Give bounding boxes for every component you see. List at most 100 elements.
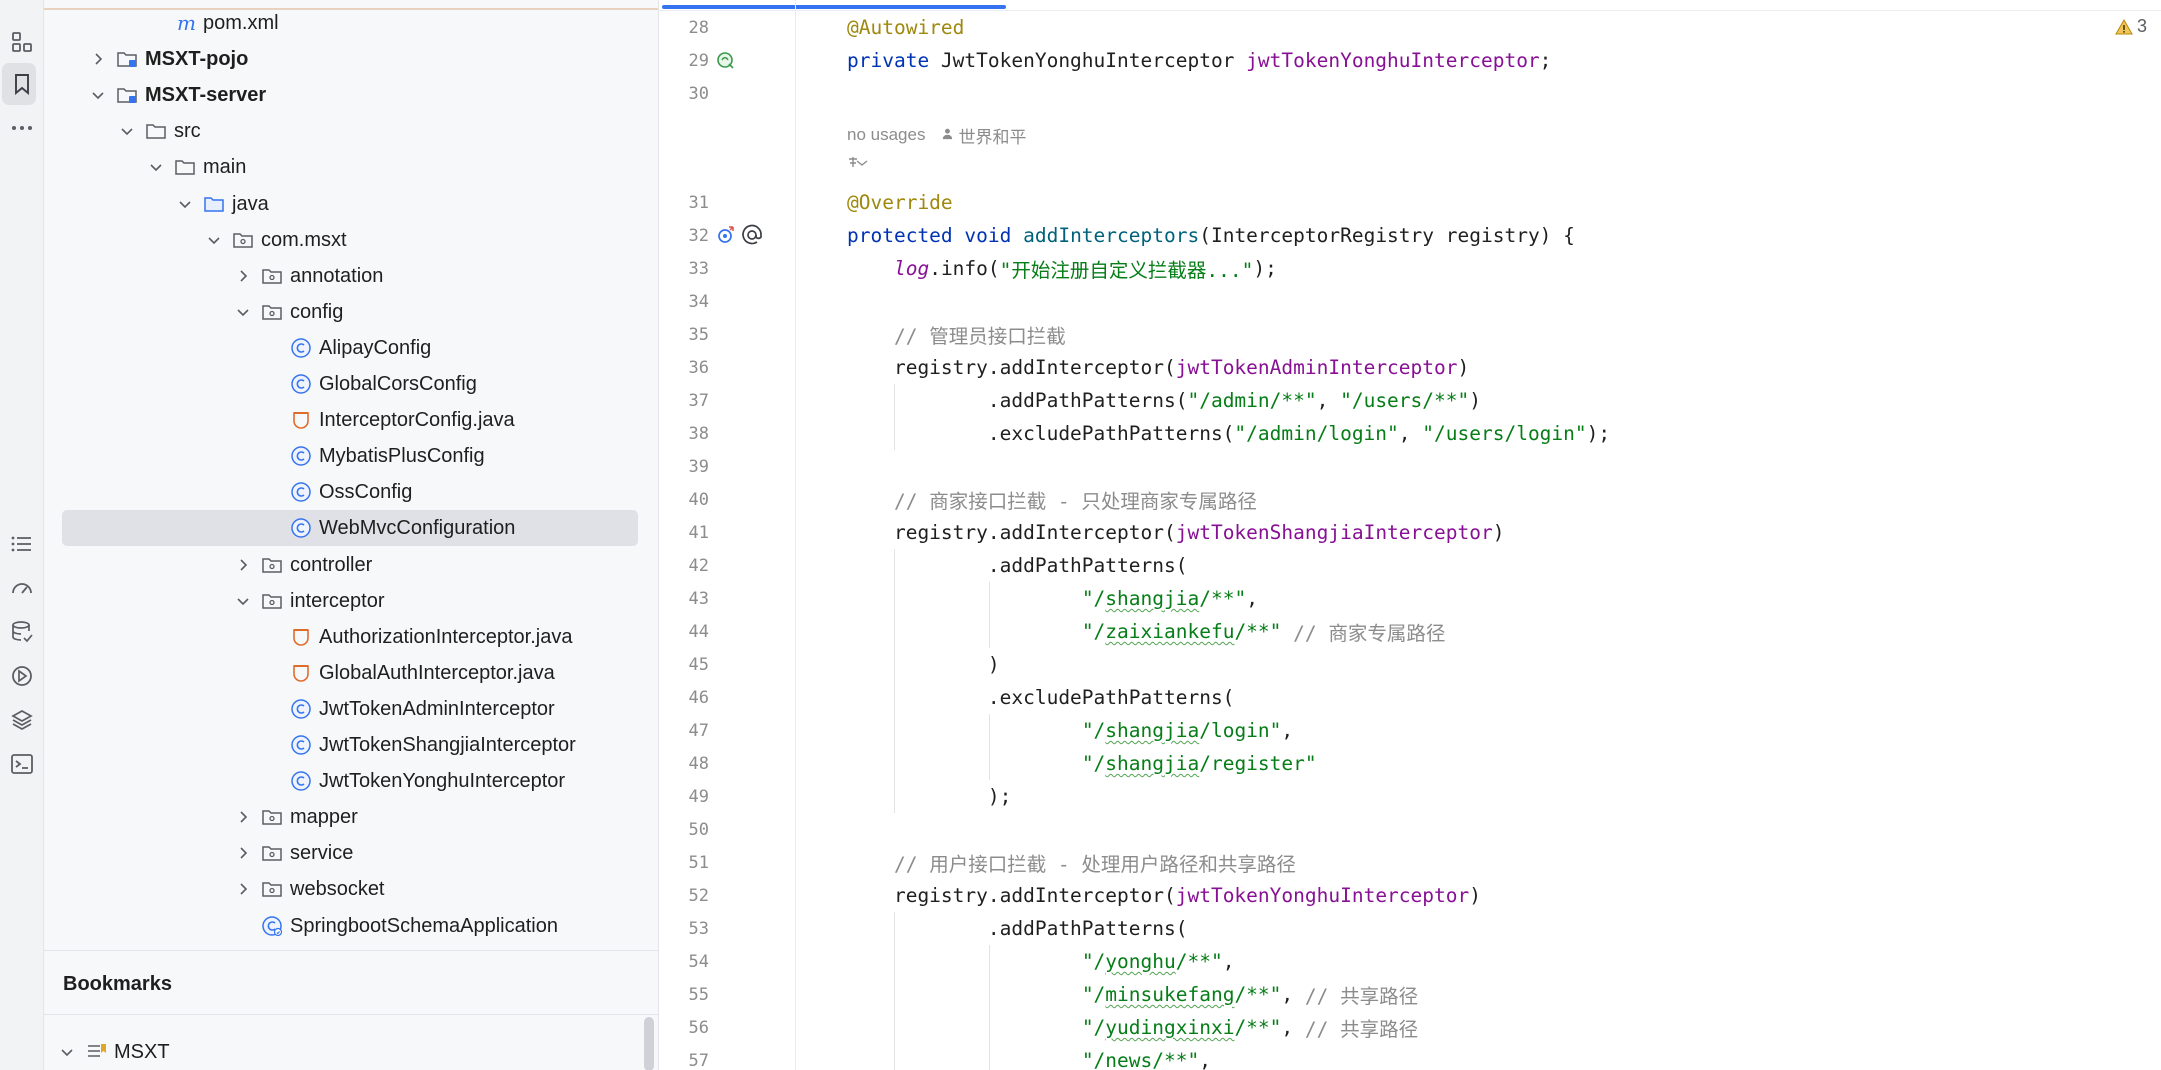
code-token: /**" bbox=[1234, 1016, 1282, 1039]
tree-item[interactable]: annotation bbox=[44, 258, 658, 294]
chevron-down-icon[interactable] bbox=[116, 120, 138, 142]
tree-item-label: MybatisPlusConfig bbox=[319, 444, 485, 467]
code-line[interactable]: @Autowired bbox=[847, 11, 964, 44]
code-line[interactable]: registry.addInterceptor(jwtTokenAdminInt… bbox=[847, 351, 1469, 384]
structure-icon[interactable] bbox=[0, 20, 44, 64]
tree-item[interactable]: JwtTokenYonghuInterceptor bbox=[44, 763, 658, 799]
code-line[interactable]: ); bbox=[847, 780, 1012, 813]
layers-icon[interactable] bbox=[0, 698, 44, 742]
bookmarks-scrollbar[interactable] bbox=[644, 1017, 654, 1070]
chevron-right-icon[interactable] bbox=[232, 878, 254, 900]
chevron-down-icon[interactable] bbox=[56, 1041, 78, 1063]
tree-item[interactable]: JwtTokenAdminInterceptor bbox=[44, 691, 658, 727]
code-line[interactable]: registry.addInterceptor(jwtTokenShangjia… bbox=[847, 516, 1505, 549]
tree-item-label: GlobalAuthInterceptor.java bbox=[319, 661, 555, 684]
services-icon[interactable] bbox=[0, 654, 44, 698]
problems-indicator[interactable]: 3 bbox=[2115, 16, 2147, 37]
tree-item[interactable]: AuthorizationInterceptor.java bbox=[44, 619, 658, 655]
line-number: 54 bbox=[688, 951, 709, 972]
tree-item[interactable]: com.msxt bbox=[44, 222, 658, 258]
database-icon[interactable] bbox=[0, 610, 44, 654]
tree-item[interactable]: AlipayConfig bbox=[44, 330, 658, 366]
code-line[interactable]: registry.addInterceptor(jwtTokenYonghuIn… bbox=[847, 879, 1481, 912]
code-line[interactable]: "/shangjia/register" bbox=[847, 747, 1317, 780]
tree-item[interactable]: SpringbootSchemaApplication bbox=[44, 908, 658, 944]
tree-item[interactable]: WebMvcConfiguration bbox=[62, 510, 638, 546]
code-line[interactable]: // 商家接口拦截 - 只处理商家专属路径 bbox=[847, 483, 1257, 516]
terminal-icon[interactable] bbox=[0, 742, 44, 786]
code-line[interactable]: @Override bbox=[847, 186, 953, 219]
code-line[interactable]: private JwtTokenYonghuInterceptor jwtTok… bbox=[847, 44, 1551, 77]
bookmarks-tool-window: Bookmarks MSXT bbox=[44, 950, 658, 1070]
code-line[interactable]: protected void addInterceptors (Intercept… bbox=[847, 219, 1575, 252]
line-number: 37 bbox=[688, 390, 709, 411]
code-token: // 管理员接口拦截 bbox=[893, 325, 1066, 348]
chevron-down-icon[interactable] bbox=[174, 193, 196, 215]
tree-item[interactable]: OssConfig bbox=[44, 474, 658, 510]
code-line[interactable]: .addPathPatterns( bbox=[847, 912, 1188, 945]
tree-item[interactable]: m pom.xml bbox=[44, 5, 658, 41]
code-line[interactable]: log .info("开始注册自定义拦截器..."); bbox=[847, 252, 1277, 285]
code-line[interactable]: // 管理员接口拦截 bbox=[847, 318, 1066, 351]
code-line[interactable]: .addPathPatterns( bbox=[847, 549, 1188, 582]
tree-item[interactable]: InterceptorConfig.java bbox=[44, 402, 658, 438]
code-token: @Autowired bbox=[847, 16, 965, 39]
line-number: 46 bbox=[688, 687, 709, 708]
tree-item[interactable]: service bbox=[44, 835, 658, 871]
tree-item[interactable]: interceptor bbox=[44, 583, 658, 619]
chevron-down-icon[interactable] bbox=[87, 84, 109, 106]
code-token: shangjia bbox=[1105, 752, 1200, 775]
usages-inlay-hint[interactable]: no usages 世界和平 bbox=[847, 120, 1026, 150]
todo-icon[interactable] bbox=[0, 522, 44, 566]
code-line[interactable]: "/minsukefang/**", // 共享路径 bbox=[847, 978, 1418, 1011]
tree-item[interactable]: MSXT-server bbox=[44, 77, 658, 113]
code-line[interactable]: ) bbox=[847, 648, 1000, 681]
package-icon bbox=[231, 228, 255, 252]
code-line[interactable]: .excludePathPatterns("/admin/login", "/u… bbox=[847, 417, 1610, 450]
tree-item[interactable]: mapper bbox=[44, 799, 658, 835]
tree-item[interactable]: src bbox=[44, 113, 658, 149]
bean-navigation-icon[interactable] bbox=[713, 47, 739, 73]
tree-item[interactable]: GlobalAuthInterceptor.java bbox=[44, 655, 658, 691]
ai-hint-icon[interactable] bbox=[847, 148, 877, 178]
code-line[interactable]: "/yudingxinxi/**", // 共享路径 bbox=[847, 1011, 1418, 1044]
tree-item[interactable]: main bbox=[44, 149, 658, 185]
tree-item[interactable]: MybatisPlusConfig bbox=[44, 438, 658, 474]
code-editor[interactable]: 3 28 @Autowired 29 private JwtTokenYonghuIn… bbox=[658, 0, 2161, 1070]
class-icon bbox=[289, 769, 313, 793]
line-number: 33 bbox=[688, 258, 709, 279]
code-line[interactable]: "/news/**", bbox=[847, 1044, 1211, 1070]
code-line[interactable]: .addPathPatterns("/admin/**", "/users/**… bbox=[847, 384, 1481, 417]
tree-item[interactable]: MSXT-pojo bbox=[44, 41, 658, 77]
tree-item[interactable]: controller bbox=[44, 547, 658, 583]
code-line[interactable]: "/shangjia/login", bbox=[847, 714, 1293, 747]
code-line[interactable]: .excludePathPatterns( bbox=[847, 681, 1235, 714]
chevron-right-icon[interactable] bbox=[232, 265, 254, 287]
tree-item[interactable]: GlobalCorsConfig bbox=[44, 366, 658, 402]
chevron-down-icon[interactable] bbox=[232, 590, 254, 612]
code-line[interactable]: "/shangjia/**", bbox=[847, 582, 1258, 615]
bookmark-group-msxt[interactable]: MSXT bbox=[44, 1034, 658, 1070]
tree-item-label: JwtTokenShangjiaInterceptor bbox=[319, 733, 576, 756]
code-line[interactable]: "/yonghu/**", bbox=[847, 945, 1235, 978]
tree-item[interactable]: java bbox=[44, 186, 658, 222]
bookmarks-icon[interactable] bbox=[0, 62, 44, 106]
chevron-down-icon[interactable] bbox=[203, 229, 225, 251]
tree-item[interactable]: websocket bbox=[44, 871, 658, 907]
code-line[interactable]: // 用户接口拦截 - 处理用户路径和共享路径 bbox=[847, 846, 1296, 879]
chevron-down-icon[interactable] bbox=[145, 156, 167, 178]
tree-item[interactable]: config bbox=[44, 294, 658, 330]
tree-item[interactable]: JwtTokenShangjiaInterceptor bbox=[44, 727, 658, 763]
override-method-icon[interactable] bbox=[713, 222, 739, 248]
chevron-right-icon[interactable] bbox=[87, 48, 109, 70]
chevron-right-icon[interactable] bbox=[232, 842, 254, 864]
spring-mapping-icon[interactable] bbox=[739, 222, 765, 248]
chevron-down-icon[interactable] bbox=[232, 301, 254, 323]
profiler-icon[interactable] bbox=[0, 566, 44, 610]
more-icon[interactable] bbox=[0, 106, 44, 150]
chevron-right-icon[interactable] bbox=[232, 554, 254, 576]
code-line[interactable]: "/zaixiankefu/**" // 商家专属路径 bbox=[847, 615, 1446, 648]
chevron-right-icon[interactable] bbox=[232, 806, 254, 828]
